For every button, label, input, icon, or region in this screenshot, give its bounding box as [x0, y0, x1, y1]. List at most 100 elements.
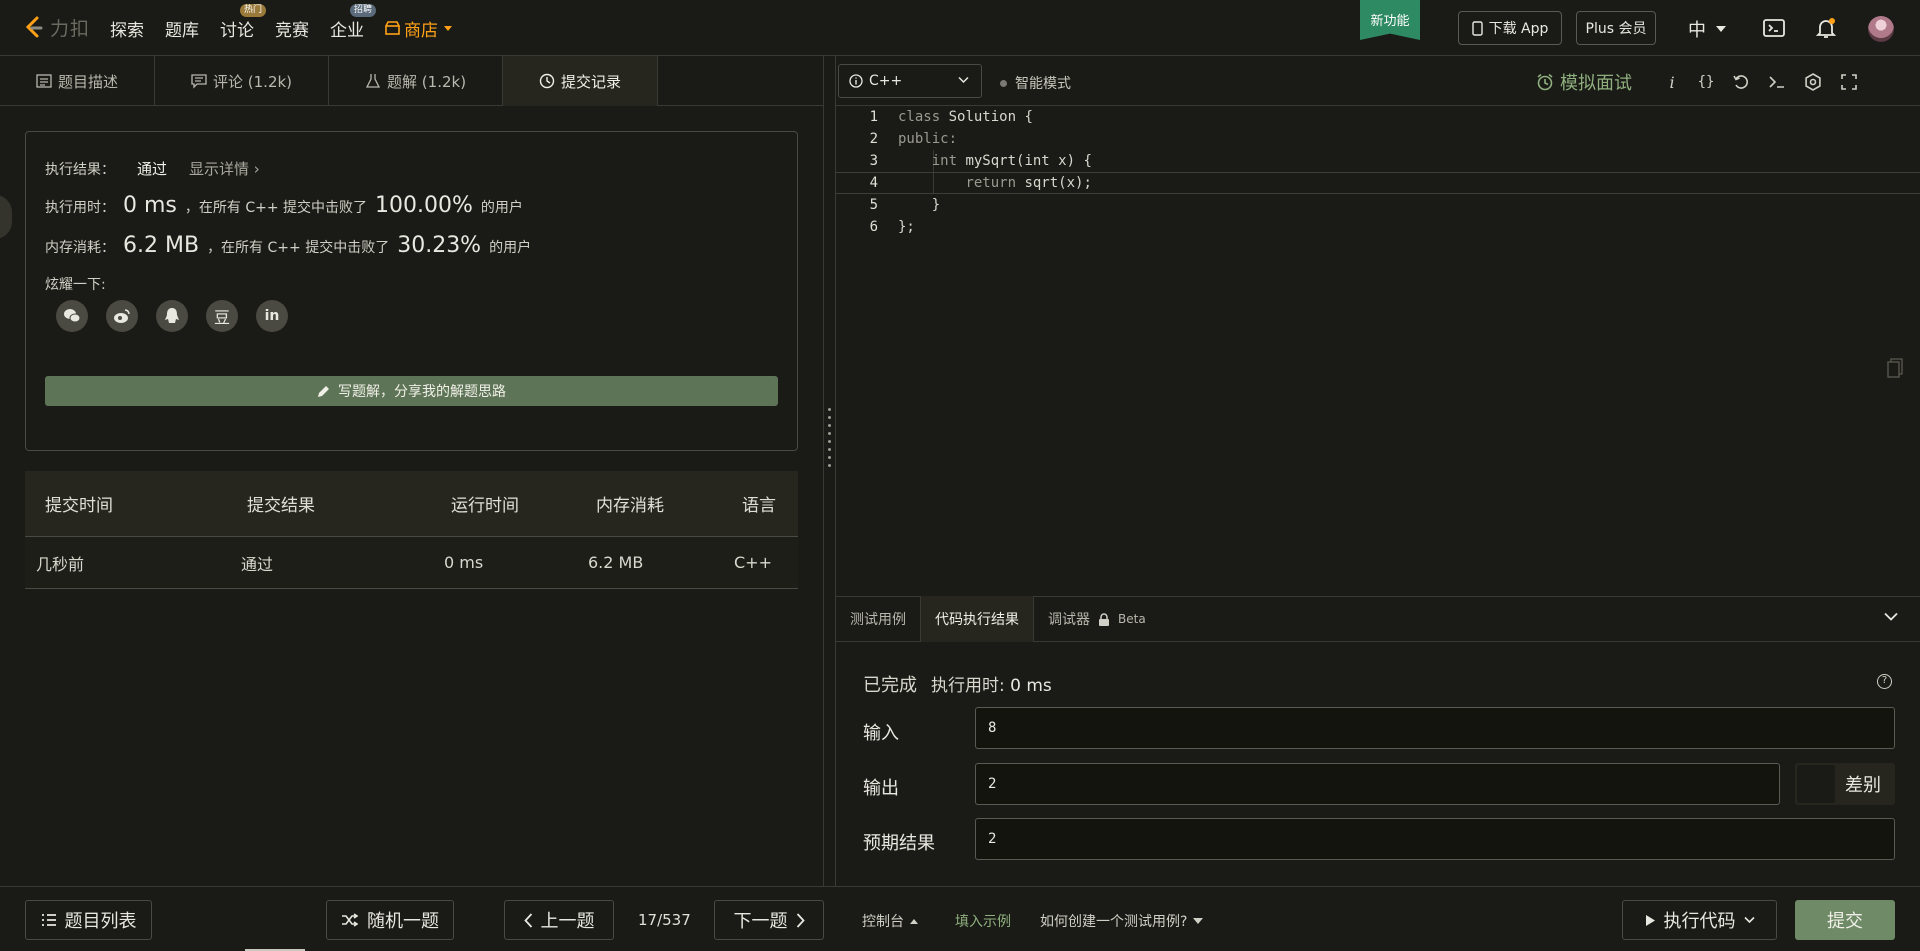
memory-value: 6.2 MB: [123, 233, 200, 258]
table-row[interactable]: 几秒前 通过 0 ms 6.2 MB C++: [25, 537, 798, 589]
code-line: 5 }: [869, 197, 941, 213]
status-value: 通过: [137, 160, 168, 178]
runtime-text: ，在所有 C++ 提交中击败了: [184, 200, 368, 216]
write-solution-button[interactable]: 写题解，分享我的解题思路: [45, 376, 778, 406]
nav-explore[interactable]: 探索: [110, 16, 144, 41]
wechat-icon[interactable]: [56, 300, 88, 332]
expected-value-box: 2: [975, 818, 1895, 860]
cell-language: C++: [734, 553, 772, 572]
linkedin-icon[interactable]: in: [256, 300, 288, 332]
code-line: 3 int mySqrt(int x) {: [869, 153, 1092, 169]
input-label: 输入: [863, 723, 899, 744]
nav-discuss[interactable]: 讨论 热门: [220, 3, 266, 41]
logo-text: 力扣: [50, 18, 91, 40]
play-icon: [1645, 914, 1655, 926]
table-header: 提交时间 提交结果 运行时间 内存消耗 语言: [25, 471, 798, 537]
alarm-clock-icon: [1537, 73, 1553, 91]
show-detail-link[interactable]: 显示详情 ›: [189, 158, 260, 179]
weibo-icon[interactable]: [106, 300, 138, 332]
console-toggle[interactable]: 控制台: [862, 911, 918, 931]
terminal-icon[interactable]: [1767, 72, 1787, 92]
store-icon: [385, 21, 400, 35]
code-line: 2 public:: [869, 131, 958, 147]
bell-icon[interactable]: [1814, 16, 1838, 40]
prev-problem-button[interactable]: 上一题: [504, 900, 614, 940]
nav-store[interactable]: 商店: [385, 16, 452, 41]
tab-debugger[interactable]: 调试器 Beta: [1034, 596, 1160, 642]
nav-problemset[interactable]: 题库: [165, 16, 199, 41]
top-navbar: 力扣 探索 题库 讨论 热门 竞赛 企业 招聘 商店 新功能 下载 App Plus…: [0, 0, 1920, 56]
settings-icon[interactable]: [1803, 72, 1823, 92]
tab-solutions[interactable]: 题解 (1.2k): [329, 56, 504, 106]
header-runtime: 运行时间: [451, 496, 519, 516]
runtime-suffix: 的用户: [480, 200, 523, 216]
share-buttons: 豆 in: [56, 300, 288, 332]
bottom-bar: 题目列表 随机一题 上一题 17/537 下一题 控制台 填入示例 如何创建一个…: [0, 886, 1920, 951]
language-switcher[interactable]: 中: [1688, 16, 1726, 42]
tab-run-result[interactable]: 代码执行结果: [920, 596, 1034, 642]
description-icon: [36, 74, 52, 88]
format-braces-icon[interactable]: {}: [1696, 72, 1716, 92]
cell-submit-result[interactable]: 通过: [241, 551, 273, 575]
header-submit-time: 提交时间: [45, 496, 113, 516]
mock-interview-button[interactable]: 模拟面试: [1536, 69, 1632, 95]
copy-icon[interactable]: [1887, 358, 1903, 378]
diff-toggle[interactable]: 差别: [1795, 763, 1895, 805]
playground-icon[interactable]: [1762, 16, 1786, 40]
comment-icon: [191, 74, 207, 89]
code-editor[interactable]: 1 class Solution { 2 public: 3 int mySqr…: [836, 106, 1920, 596]
smart-mode-toggle[interactable]: 智能模式: [1000, 73, 1071, 93]
tab-submissions[interactable]: 提交记录: [503, 56, 659, 106]
page-indicator: 17/537: [638, 911, 691, 929]
problem-list-button[interactable]: 题目列表: [25, 900, 152, 940]
nav-enterprise[interactable]: 企业 招聘: [330, 3, 376, 41]
info-icon: [849, 74, 863, 88]
new-feature-ribbon[interactable]: 新功能: [1360, 0, 1420, 40]
help-icon[interactable]: ?: [1877, 674, 1892, 689]
runtime-percentile: 100.00%: [375, 193, 473, 218]
flask-icon: [365, 74, 381, 88]
cell-memory: 6.2 MB: [588, 553, 644, 572]
panel-splitter[interactable]: [823, 56, 836, 886]
panel-edge-handle[interactable]: [0, 195, 12, 239]
diff-checkbox[interactable]: [1797, 765, 1835, 803]
run-code-button[interactable]: 执行代码: [1622, 900, 1777, 940]
editor-toolbar: C++ 智能模式 模拟面试 i {}: [836, 56, 1920, 106]
info-italic-icon[interactable]: i: [1662, 72, 1682, 92]
submit-button[interactable]: 提交: [1795, 900, 1895, 940]
fullscreen-icon[interactable]: [1839, 72, 1859, 92]
plus-member-button[interactable]: Plus 会员: [1576, 11, 1656, 45]
clock-icon: [539, 73, 555, 89]
fill-example-link[interactable]: 填入示例: [955, 911, 1011, 931]
share-label: 炫耀一下:: [45, 277, 106, 293]
code-line: 6 };: [869, 219, 915, 235]
random-problem-button[interactable]: 随机一题: [326, 900, 454, 940]
runtime-row: 执行用时： 0 ms ，在所有 C++ 提交中击败了 100.00% 的用户: [45, 193, 523, 218]
reset-icon[interactable]: [1731, 72, 1751, 92]
language-select[interactable]: C++: [838, 64, 982, 98]
tab-testcase[interactable]: 测试用例: [836, 596, 920, 642]
avatar[interactable]: [1868, 16, 1894, 42]
logo[interactable]: 力扣: [22, 14, 90, 41]
left-tab-bar: 题目描述 评论 (1.2k) 题解 (1.2k) 提交记录: [0, 56, 823, 106]
tab-description[interactable]: 题目描述: [0, 56, 156, 106]
next-problem-button[interactable]: 下一题: [714, 900, 824, 940]
tab-comments[interactable]: 评论 (1.2k): [155, 56, 330, 106]
memory-row: 内存消耗： 6.2 MB ，在所有 C++ 提交中击败了 30.23% 的用户: [45, 233, 531, 258]
how-to-testcase-dropdown[interactable]: 如何创建一个测试用例?: [1040, 911, 1204, 931]
memory-text: ，在所有 C++ 提交中击败了: [207, 240, 390, 256]
nav-contest[interactable]: 竞赛: [275, 16, 309, 41]
qq-icon[interactable]: [156, 300, 188, 332]
output-value-box: 2: [975, 763, 1780, 805]
douban-icon[interactable]: 豆: [206, 300, 238, 332]
beta-label: Beta: [1118, 612, 1146, 626]
drag-handle-icon: [828, 408, 831, 467]
chevron-down-icon: [1743, 916, 1755, 924]
download-app-button[interactable]: 下载 App: [1458, 11, 1562, 45]
chevron-down-icon[interactable]: [1884, 612, 1898, 621]
runtime-label: 执行用时：: [45, 200, 115, 216]
cell-submit-time: 几秒前: [36, 554, 85, 574]
chevron-down-icon: [1716, 26, 1726, 32]
status-dot-icon: [1000, 79, 1007, 87]
status-label: 执行结果：: [45, 162, 115, 178]
